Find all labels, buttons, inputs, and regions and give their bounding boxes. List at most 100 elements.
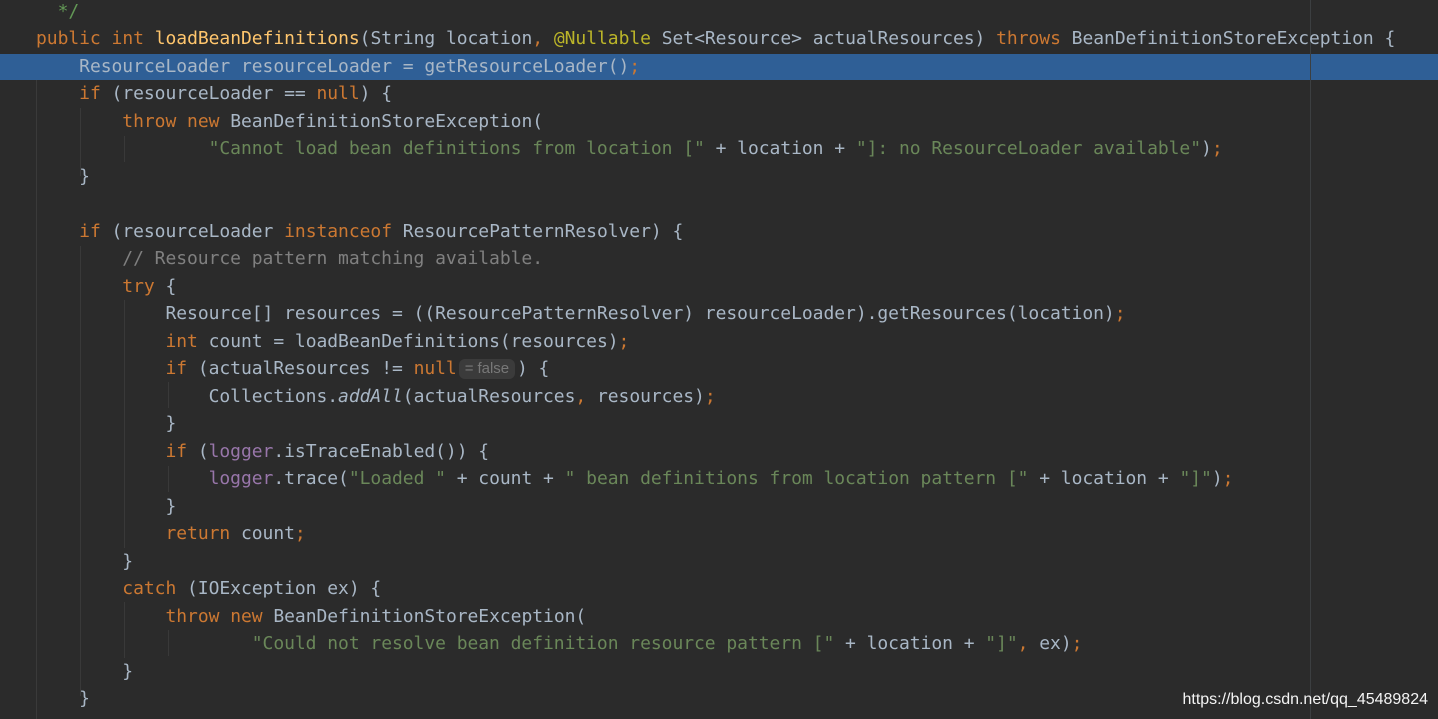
statement: count = loadBeanDefinitions(resources) [197,331,619,352]
keyword-throw: throw [122,111,177,132]
keyword-throws: throws [996,28,1061,49]
doc-comment-end: */ [57,1,80,22]
paren: ( [187,441,209,462]
condition-end: ) { [359,83,393,104]
code-line-9[interactable]: if (resourceLoader instanceof ResourcePa… [36,218,683,245]
catch-clause: (IOException ex) { [176,578,382,599]
string-literal: "Cannot load bean definitions from locat… [208,138,705,159]
code-line-6[interactable]: "Cannot load bean definitions from locat… [36,135,1223,162]
constructor-call: BeanDefinitionStoreException( [230,111,544,132]
keyword-public: public [36,28,101,49]
code-line-21[interactable]: } [36,548,133,575]
string-literal: " bean definitions from location pattern… [564,468,1029,489]
comma: , [575,386,587,407]
args: resources) [586,386,705,407]
class-ref: Collections. [208,386,339,407]
code-line-1[interactable]: */ [36,0,80,25]
brace: } [122,551,134,572]
keyword-try: try [122,276,155,297]
semicolon: ; [618,331,630,352]
keyword-instanceof: instanceof [284,221,392,242]
code-line-10[interactable]: // Resource pattern matching available. [36,245,543,272]
code-line-25[interactable]: } [36,658,133,685]
code-line-23[interactable]: throw new BeanDefinitionStoreException( [36,603,586,630]
code-line-5[interactable]: throw new BeanDefinitionStoreException( [36,108,543,135]
string-literal: "]: no ResourceLoader available" [855,138,1202,159]
concat: + location + [704,138,856,159]
semicolon: ; [1071,633,1083,654]
keyword-throw: throw [165,606,220,627]
args: ex) [1028,633,1072,654]
string-literal: "Could not resolve bean definition resou… [251,633,835,654]
return-value: count [230,523,295,544]
brace: { [154,276,177,297]
keyword-null: null [413,358,457,379]
code-line-14[interactable]: if (actualResources != null = false) { [36,355,549,382]
constructor-call: BeanDefinitionStoreException( [273,606,587,627]
code-line-22[interactable]: catch (IOException ex) { [36,575,381,602]
brace: } [79,688,90,709]
inline-debug-value-hint: = false [458,359,515,379]
code-line-24[interactable]: "Could not resolve bean definition resou… [36,630,1083,657]
code-line-13[interactable]: int count = loadBeanDefinitions(resource… [36,328,629,355]
brace: } [165,413,177,434]
field-logger: logger [208,441,274,462]
statement: ResourceLoader resourceLoader = getResou… [79,56,630,77]
params: (String location [359,28,533,49]
code-line-15[interactable]: Collections.addAll(actualResources, reso… [36,383,716,410]
concat: + location + [834,633,986,654]
string-literal: "Loaded " [348,468,446,489]
comma: , [1017,633,1029,654]
static-method-call: addAll [338,386,403,407]
code-line-7[interactable]: } [36,163,90,190]
code-line-3-current[interactable]: ResourceLoader resourceLoader = getResou… [36,53,640,80]
code-line-4[interactable]: if (resourceLoader == null) { [36,80,392,107]
condition: ResourcePatternResolver) { [392,221,684,242]
condition: (resourceLoader [111,221,285,242]
string-literal: "]" [985,633,1018,654]
field-logger: logger [208,468,274,489]
semicolon: ; [704,386,716,407]
args: (actualResources [402,386,576,407]
keyword-new: new [230,606,263,627]
condition-end: ) { [516,358,550,379]
code-line-12[interactable]: Resource[] resources = ((ResourcePattern… [36,300,1126,327]
paren: ) [1201,138,1212,159]
semicolon: ; [294,523,306,544]
exception-type: BeanDefinitionStoreException { [1071,28,1396,49]
keyword-null: null [316,83,360,104]
string-literal: "]" [1179,468,1212,489]
comma: , [532,28,544,49]
code-line-26[interactable]: } [36,685,90,712]
keyword-if: if [79,221,101,242]
keyword-int: int [165,331,198,352]
code-line-20[interactable]: return count; [36,520,306,547]
right-margin-guide [1310,0,1311,719]
semicolon: ; [1222,468,1234,489]
keyword-catch: catch [122,578,177,599]
semicolon: ; [629,56,641,77]
statement: Resource[] resources = ((ResourcePattern… [165,303,1115,324]
method-call: .trace( [273,468,349,489]
semicolon: ; [1114,303,1126,324]
keyword-if: if [79,83,101,104]
code-line-11[interactable]: try { [36,273,176,300]
code-line-16[interactable]: } [36,410,176,437]
concat: + location + [1028,468,1180,489]
code-line-17[interactable]: if (logger.isTraceEnabled()) { [36,438,489,465]
code-editor[interactable]: */ public int loadBeanDefinitions(String… [0,0,1438,719]
semicolon: ; [1211,138,1223,159]
code-line-2[interactable]: public int loadBeanDefinitions(String lo… [36,25,1395,52]
method-name: loadBeanDefinitions [154,28,360,49]
condition: (actualResources != [187,358,414,379]
line-comment: // Resource pattern matching available. [122,248,543,269]
keyword-new: new [187,111,220,132]
annotation-nullable: @Nullable [553,28,651,49]
brace: } [79,166,90,187]
method-call: .isTraceEnabled()) { [273,441,490,462]
code-line-18[interactable]: logger.trace("Loaded " + count + " bean … [36,465,1234,492]
code-line-19[interactable]: } [36,493,176,520]
keyword-int: int [111,28,144,49]
keyword-if: if [165,358,188,379]
concat: + count + [445,468,565,489]
